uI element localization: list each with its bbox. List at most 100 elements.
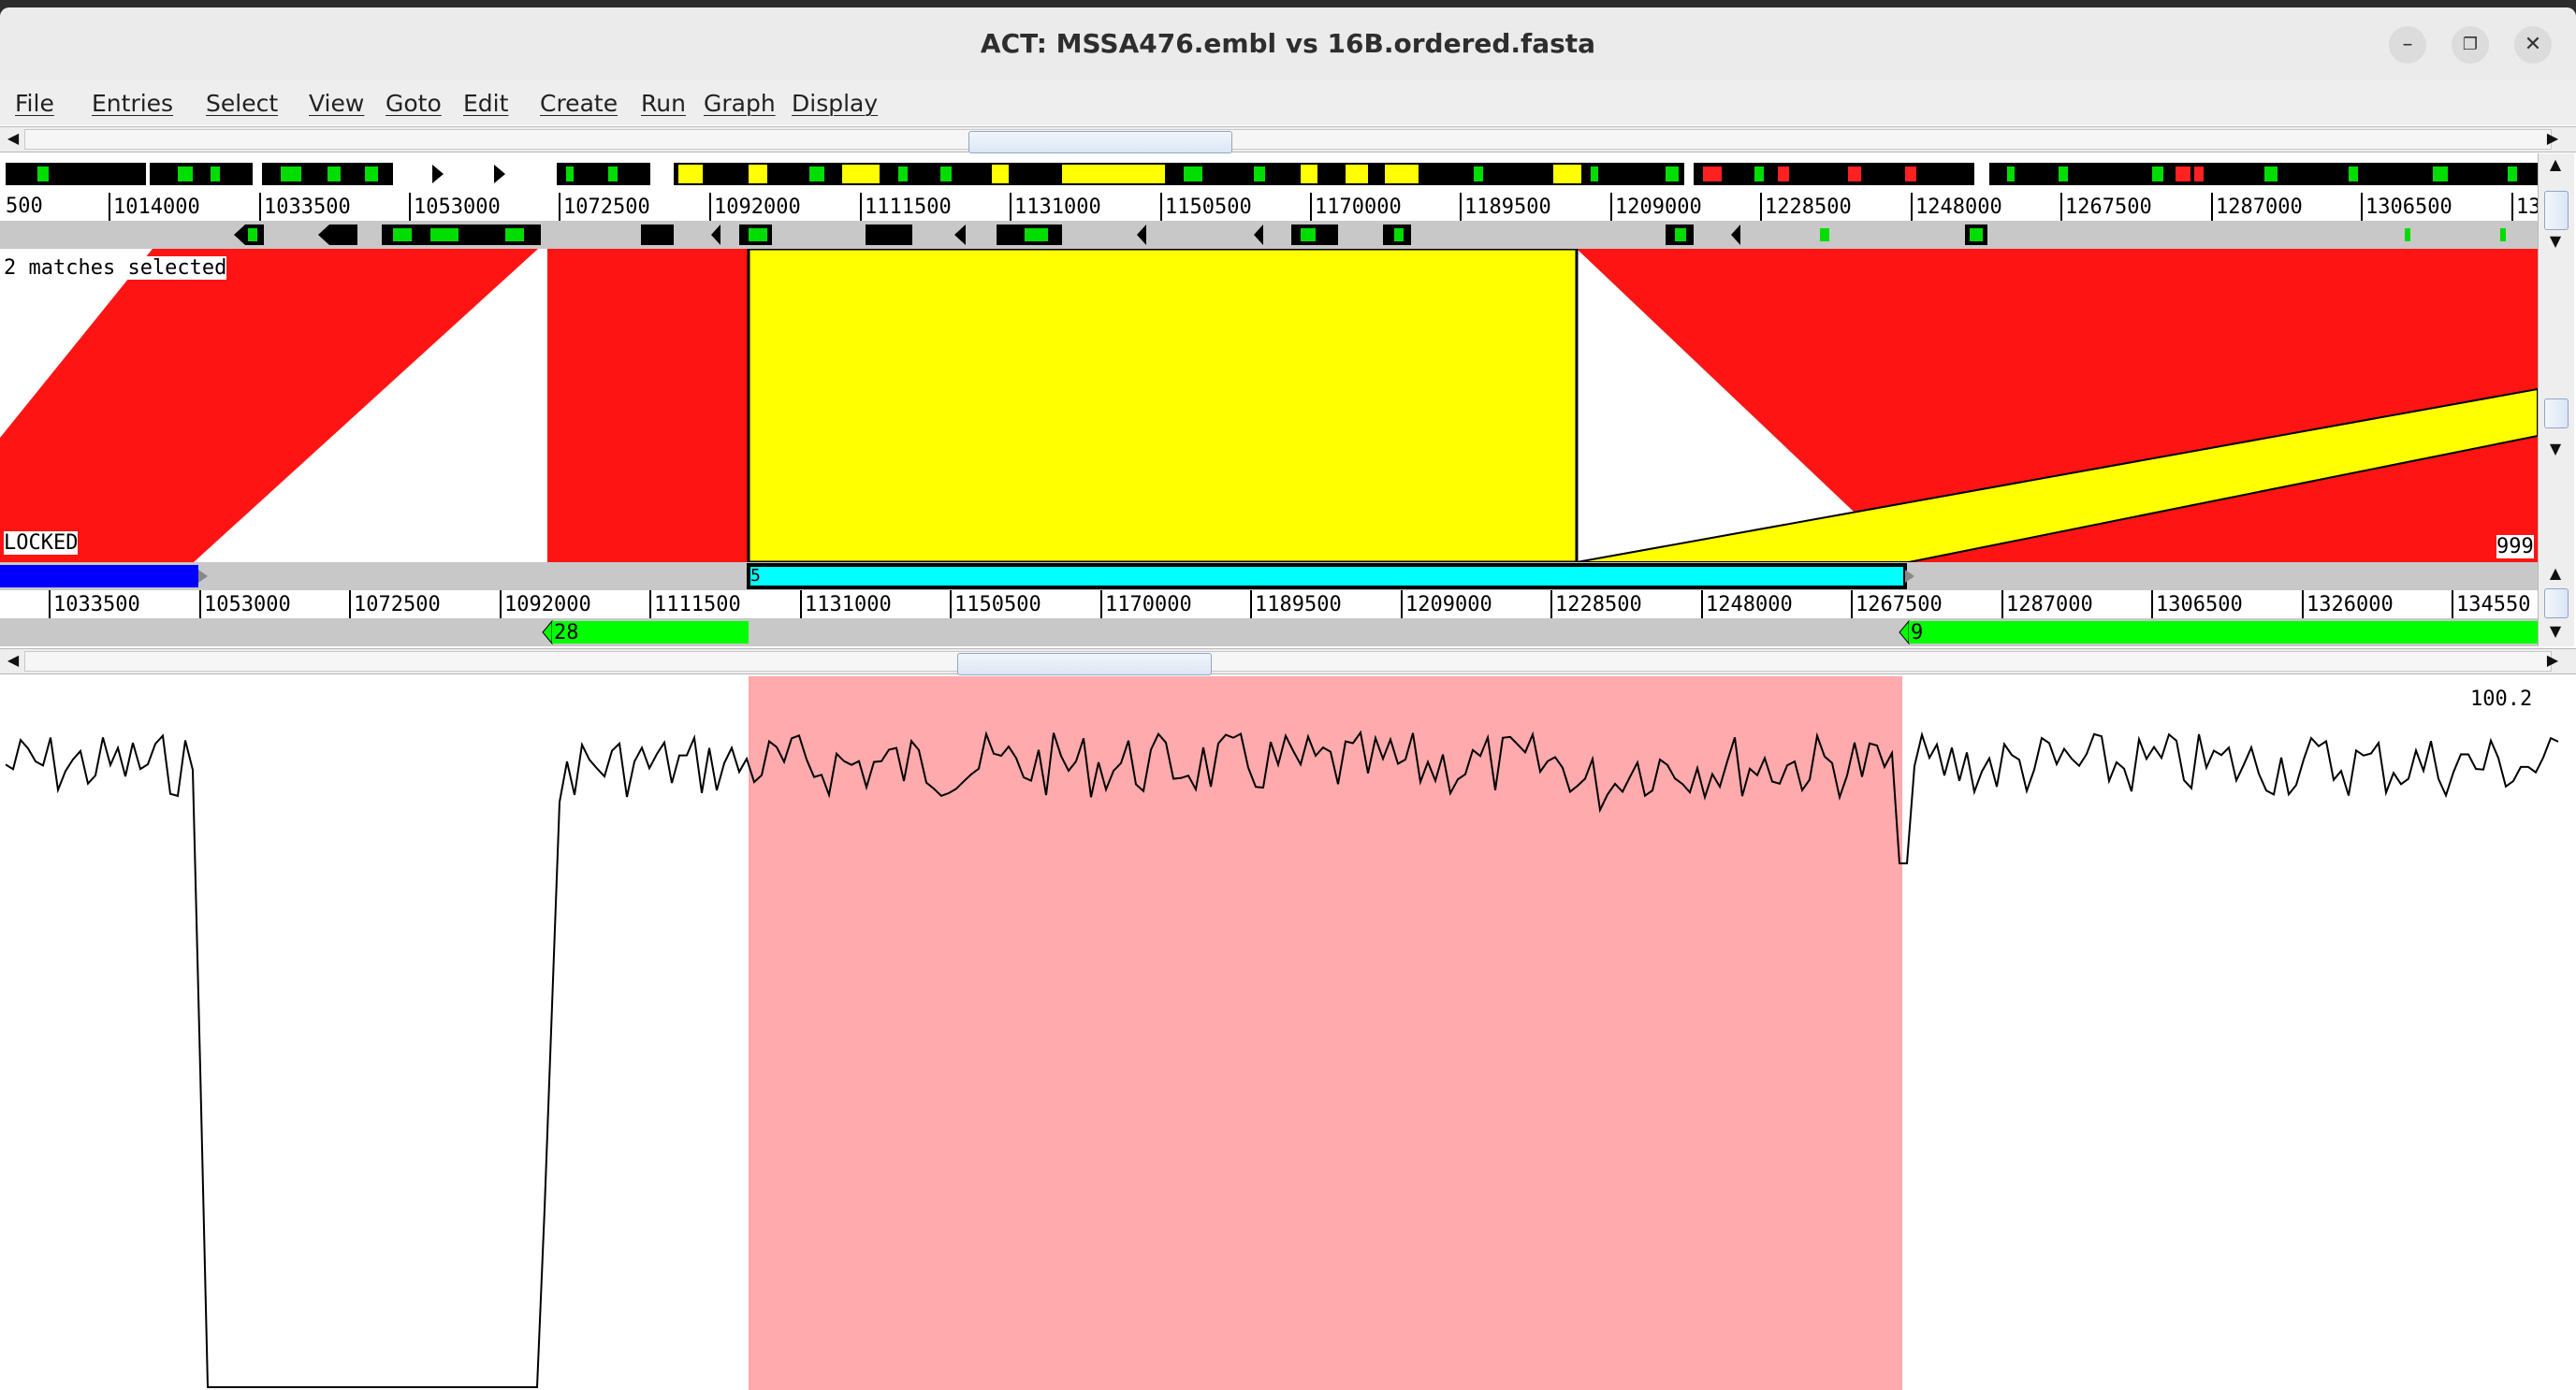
scroll-up-icon[interactable]: ▲ xyxy=(2544,153,2567,176)
ruler-tick: 1287000 xyxy=(2211,193,2303,221)
ruler-tick: 1228500 xyxy=(1760,193,1852,221)
selected-feature xyxy=(747,563,1907,589)
scroll-track xyxy=(24,129,2552,153)
bottom-reverse-features-svg xyxy=(542,619,2538,645)
graph-highlight xyxy=(749,676,1902,1390)
menu-edit[interactable]: Edit xyxy=(463,90,508,117)
ruler-tick: 1033500 xyxy=(259,193,351,221)
menu-goto[interactable]: Goto xyxy=(386,90,442,117)
blue-feature xyxy=(0,565,198,587)
ruler-tick: 1209000 xyxy=(1401,590,1492,618)
matches-selected-label: 2 matches selected xyxy=(4,256,227,280)
menu-display[interactable]: Display xyxy=(792,90,878,117)
ruler-tick: 1306500 xyxy=(2361,193,2452,221)
maximize-icon[interactable]: ❐ xyxy=(2452,26,2489,64)
match-block-1 xyxy=(0,249,538,562)
ruler-tick: 1014000 xyxy=(109,193,200,221)
menu-run[interactable]: Run xyxy=(641,90,686,117)
comparison-view[interactable]: 2 matches selected LOCKED 999 xyxy=(0,247,2539,564)
ruler-tick: 1287000 xyxy=(2001,590,2093,618)
ruler-tick: 134550 xyxy=(2452,590,2530,618)
ruler-tick: 1131000 xyxy=(1010,193,1101,221)
ruler-tick: 1072500 xyxy=(559,193,650,221)
green-feature-28 xyxy=(552,621,749,644)
menu-entries[interactable]: Entries xyxy=(92,90,173,117)
ruler-tick: 1170000 xyxy=(1100,590,1192,618)
green-feature-9 xyxy=(1909,621,2538,644)
selected-match-1 xyxy=(747,247,1579,564)
ruler-tick: 1150500 xyxy=(1160,193,1252,221)
title-bar: ACT: MSSA476.embl vs 16B.ordered.fasta –… xyxy=(0,7,2576,81)
top-forward-features-svg xyxy=(0,161,2538,187)
feature-label-28: 28 xyxy=(554,621,579,644)
ruler-tick: 1228500 xyxy=(1550,590,1642,618)
scroll-thumb[interactable] xyxy=(957,653,1212,675)
menu-select[interactable]: Select xyxy=(206,90,278,117)
menu-file[interactable]: File xyxy=(15,90,54,117)
bottom-forward-features[interactable]: 5 xyxy=(0,562,2538,590)
ruler-tick: 1248000 xyxy=(1701,590,1793,618)
top-reverse-features-svg xyxy=(234,224,2506,245)
similarity-graph-svg xyxy=(5,676,2559,1390)
comparison-matches-svg xyxy=(0,247,2539,564)
scroll-left-icon[interactable]: ◀ xyxy=(2,649,24,672)
ruler-tick: 1033500 xyxy=(49,590,140,618)
act-window: ACT: MSSA476.embl vs 16B.ordered.fasta –… xyxy=(0,7,2576,1390)
graph-panel[interactable]: 100.2 xyxy=(0,676,2576,1390)
top-forward-features[interactable] xyxy=(0,153,2538,193)
ruler-tick: 1111500 xyxy=(860,193,952,221)
graph-max-label: 100.2 xyxy=(2470,688,2533,711)
ruler-tick: 1267500 xyxy=(2060,193,2152,221)
locked-label: LOCKED xyxy=(4,531,79,555)
upper-vertical-scrollbar[interactable]: ▲ ▼ ▼ xyxy=(2538,153,2574,562)
menu-create[interactable]: Create xyxy=(540,90,618,117)
ruler-tick: 1053000 xyxy=(409,193,501,221)
selected-feature-label: 5 xyxy=(750,566,761,586)
ruler-tick: 1306500 xyxy=(2151,590,2243,618)
top-position-ruler: 500 1014000 1033500 1053000 1072500 1092… xyxy=(0,193,2541,221)
scroll-right-icon[interactable]: ▶ xyxy=(2541,127,2564,150)
scroll-right-icon[interactable]: ▶ xyxy=(2541,649,2564,672)
ruler-tick: 1131000 xyxy=(800,590,892,618)
ruler-tick: 1248000 xyxy=(1911,193,2002,221)
scroll-up-icon[interactable]: ▲ xyxy=(2544,562,2567,585)
close-icon[interactable]: ✕ xyxy=(2514,26,2552,64)
ruler-tick: 1092000 xyxy=(709,193,801,221)
bottom-horizontal-scrollbar[interactable]: ◀ ▶ xyxy=(0,648,2576,675)
bottom-position-ruler: 1033500 1053000 1072500 1092000 1111500 … xyxy=(0,590,2538,618)
menu-graph[interactable]: Graph xyxy=(704,90,776,117)
ruler-tick: 1111500 xyxy=(649,590,741,618)
lower-scroll-thumb[interactable] xyxy=(2544,588,2569,618)
feature-label-9: 9 xyxy=(1911,621,1924,644)
comparison-right-value: 999 xyxy=(2496,535,2534,558)
lower-vertical-scrollbar[interactable]: ▲ ▼ xyxy=(2538,562,2574,646)
scroll-down-icon[interactable]: ▼ xyxy=(2544,620,2567,643)
match-block-2 xyxy=(547,249,749,562)
ruler-tick: 1209000 xyxy=(1610,193,1702,221)
ruler-tick: 13 xyxy=(2511,193,2541,221)
top-reverse-features[interactable] xyxy=(0,221,2538,249)
menu-bar: File Entries Select View Goto Edit Creat… xyxy=(0,80,2576,125)
ruler-tick: 1326000 xyxy=(2302,590,2394,618)
minimize-icon[interactable]: – xyxy=(2389,26,2426,64)
scroll-thumb[interactable] xyxy=(968,131,1232,153)
ruler-tick: 1053000 xyxy=(199,590,291,618)
ruler-tick: 1150500 xyxy=(950,590,1041,618)
upper-scroll-thumb-a[interactable] xyxy=(2544,191,2569,230)
ruler-tick: 1170000 xyxy=(1310,193,1402,221)
top-horizontal-scrollbar[interactable]: ◀ ▶ xyxy=(0,126,2576,153)
ruler-tick: 1092000 xyxy=(500,590,591,618)
scroll-down-icon[interactable]: ▼ xyxy=(2544,230,2567,253)
ruler-tick: 1189500 xyxy=(1460,193,1551,221)
scroll-track xyxy=(24,651,2552,675)
scroll-down-icon[interactable]: ▼ xyxy=(2544,438,2567,460)
bottom-reverse-features[interactable]: 28 9 xyxy=(0,618,2538,646)
bottom-forward-features-svg xyxy=(0,563,1914,589)
ruler-label: 500 xyxy=(6,195,43,218)
scroll-left-icon[interactable]: ◀ xyxy=(2,127,24,150)
menu-view[interactable]: View xyxy=(309,90,364,117)
ruler-tick: 1072500 xyxy=(349,590,441,618)
screen: { "window": {"title": "ACT: MSSA476.embl… xyxy=(0,0,2576,1390)
upper-scroll-thumb-b[interactable] xyxy=(2544,398,2569,428)
ruler-tick: 1189500 xyxy=(1250,590,1342,618)
